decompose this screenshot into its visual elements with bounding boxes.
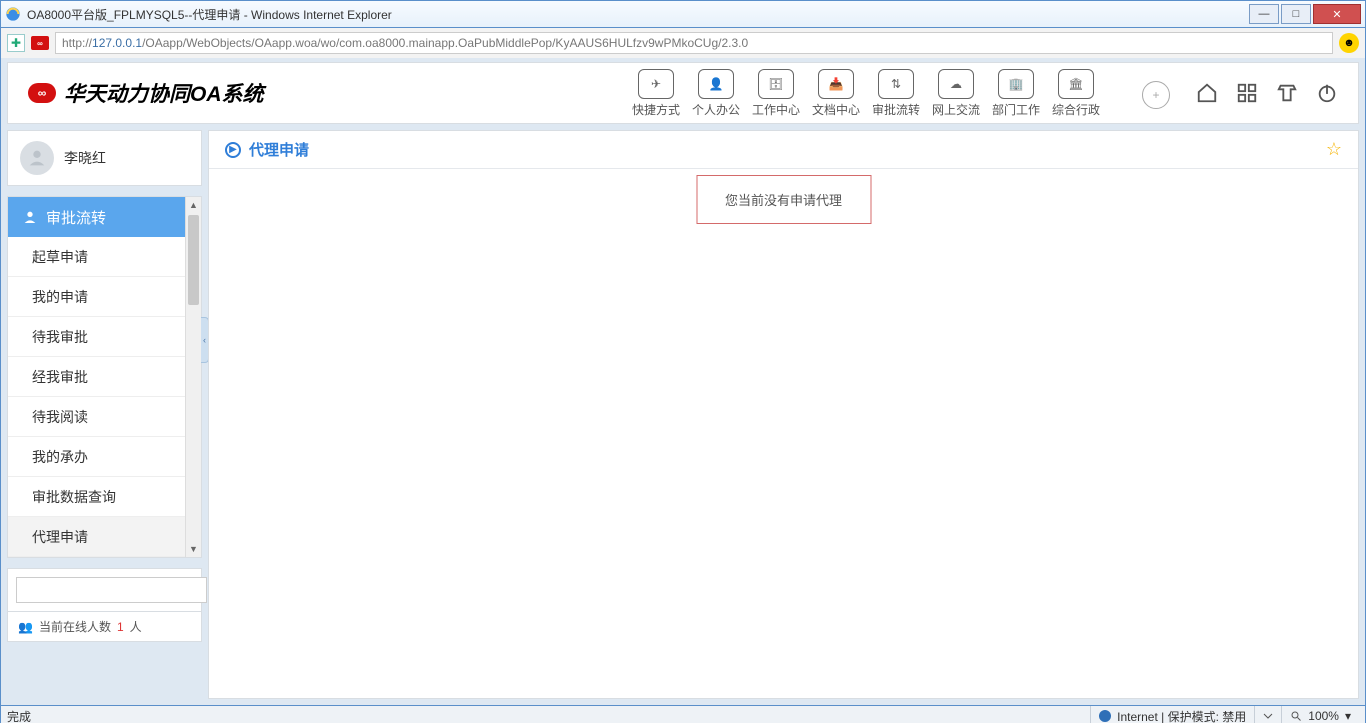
status-bar: 完成 Internet | 保护模式: 禁用 100% ▾	[0, 705, 1366, 723]
brand: ∞ 华天动力协同OA系统	[28, 78, 264, 108]
sidebar-item[interactable]: 代理申请	[8, 517, 201, 557]
apps-grid-icon[interactable]	[1236, 82, 1258, 104]
sidebar-item[interactable]: 经我审批	[8, 357, 201, 397]
sidebar-item[interactable]: 我的申请	[8, 277, 201, 317]
scroll-thumb[interactable]	[188, 215, 199, 305]
nav-label: 工作中心	[752, 101, 800, 118]
person-icon	[22, 209, 38, 225]
nav-add-button[interactable]: +	[1126, 77, 1186, 109]
sidebar-item[interactable]: 待我阅读	[8, 397, 201, 437]
nav-label: 部门工作	[992, 101, 1040, 118]
chevron-down-icon	[1263, 711, 1273, 721]
user-card[interactable]: 李晓红	[7, 130, 202, 186]
menu-scrollbar[interactable]: ▲ ▼	[185, 197, 201, 557]
sidebar-menu: 审批流转 起草申请我的申请待我审批经我审批待我阅读我的承办审批数据查询代理申请 …	[7, 196, 202, 558]
menu-header[interactable]: 审批流转	[8, 197, 201, 237]
status-protected-toggle[interactable]	[1254, 706, 1281, 723]
nav-label: 快捷方式	[632, 101, 680, 118]
globe-icon	[1099, 710, 1111, 722]
address-bar: ✚ ∞ http://127.0.0.1/OAapp/WebObjects/OA…	[0, 28, 1366, 58]
security-shield-icon[interactable]: ✚	[7, 34, 25, 52]
theme-icon[interactable]	[1276, 82, 1298, 104]
scroll-up-icon[interactable]: ▲	[186, 197, 201, 213]
minimize-button[interactable]: —	[1249, 4, 1279, 24]
plus-icon: +	[1142, 81, 1170, 109]
status-left: 完成	[7, 708, 31, 723]
user-name: 李晓红	[64, 148, 106, 168]
nav-icon: 🏛	[1058, 69, 1094, 99]
maximize-button[interactable]: □	[1281, 4, 1311, 24]
nav-icon: ☁	[938, 69, 974, 99]
nav-item[interactable]: 🏢 部门工作	[986, 69, 1046, 118]
window-title: OA8000平台版_FPLMYSQL5--代理申请 - Windows Inte…	[27, 6, 392, 23]
nav-label: 审批流转	[872, 101, 920, 118]
status-zoom[interactable]: 100% ▾	[1281, 706, 1359, 723]
close-button[interactable]: ✕	[1313, 4, 1361, 24]
scroll-down-icon[interactable]: ▼	[186, 541, 201, 557]
nav-icon: ✈	[638, 69, 674, 99]
nav-item[interactable]: 🗄 工作中心	[746, 69, 806, 118]
online-users[interactable]: 👥 当前在线人数 1人	[7, 612, 202, 642]
empty-notice: 您当前没有申请代理	[696, 175, 871, 224]
nav-item[interactable]: ☁ 网上交流	[926, 69, 986, 118]
status-zone[interactable]: Internet | 保护模式: 禁用	[1090, 706, 1254, 723]
home-icon[interactable]	[1196, 82, 1218, 104]
nav-item[interactable]: 📥 文档中心	[806, 69, 866, 118]
power-icon[interactable]	[1316, 82, 1338, 104]
nav-icon: 🏢	[998, 69, 1034, 99]
nav-label: 个人办公	[692, 101, 740, 118]
site-favicon: ∞	[31, 36, 49, 50]
panel-title: 代理申请	[249, 139, 309, 160]
main-panel: ▶ 代理申请 ☆ 您当前没有申请代理	[208, 130, 1359, 699]
sidebar-item[interactable]: 起草申请	[8, 237, 201, 277]
nav-icon: 📥	[818, 69, 854, 99]
nav-icon: 🗄	[758, 69, 794, 99]
sidebar-search	[7, 568, 202, 612]
zoom-icon	[1290, 710, 1302, 722]
nav-icon: 👤	[698, 69, 734, 99]
top-nav: ✈ 快捷方式 👤 个人办公 🗄 工作中心 📥 文档中心 ⇅ 审批流转 ☁ 网上交流 🏢 部门工作 🏛 综合行政	[626, 69, 1106, 118]
nav-item[interactable]: ✈ 快捷方式	[626, 69, 686, 118]
sidebar-item[interactable]: 我的承办	[8, 437, 201, 477]
brand-logo-icon: ∞	[28, 83, 56, 103]
compat-view-icon[interactable]: ☻	[1339, 33, 1359, 53]
brand-text: 华天动力协同OA系统	[64, 78, 264, 108]
nav-label: 网上交流	[932, 101, 980, 118]
sidebar: 李晓红 审批流转 起草申请我的申请待我审批经我审批待我阅读我的承办审批数据查询代…	[7, 130, 202, 699]
search-input[interactable]	[16, 577, 207, 603]
ie-icon	[5, 6, 21, 22]
panel-header: ▶ 代理申请 ☆	[209, 131, 1358, 169]
sidebar-item[interactable]: 待我审批	[8, 317, 201, 357]
nav-label: 文档中心	[812, 101, 860, 118]
app-header: ∞ 华天动力协同OA系统 ✈ 快捷方式 👤 个人办公 🗄 工作中心 📥 文档中心 ⇅ 审批流转 ☁ 网…	[7, 62, 1359, 124]
avatar-icon	[20, 141, 54, 175]
zoom-dropdown-icon[interactable]: ▾	[1345, 709, 1351, 723]
sidebar-item[interactable]: 审批数据查询	[8, 477, 201, 517]
favorite-star-icon[interactable]: ☆	[1326, 139, 1342, 160]
nav-icon: ⇅	[878, 69, 914, 99]
nav-label: 综合行政	[1052, 101, 1100, 118]
window-titlebar: OA8000平台版_FPLMYSQL5--代理申请 - Windows Inte…	[0, 0, 1366, 28]
panel-bullet-icon: ▶	[225, 142, 241, 158]
url-field[interactable]: http://127.0.0.1/OAapp/WebObjects/OAapp.…	[55, 32, 1333, 54]
nav-item[interactable]: 🏛 综合行政	[1046, 69, 1106, 118]
users-icon: 👥	[18, 620, 33, 634]
nav-item[interactable]: 👤 个人办公	[686, 69, 746, 118]
nav-item[interactable]: ⇅ 审批流转	[866, 69, 926, 118]
